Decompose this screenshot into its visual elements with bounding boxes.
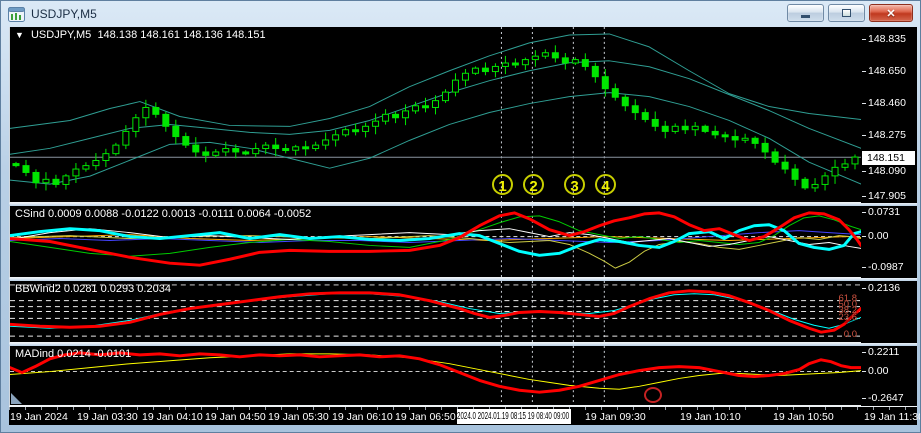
- marker-circle-3: 3: [564, 174, 585, 195]
- time-label: 19 Jan 06:10: [332, 411, 393, 423]
- marker-circle-2: 2: [523, 174, 544, 195]
- scroll-corner-icon[interactable]: [11, 393, 22, 404]
- madind-axis-label: 0.00: [861, 365, 889, 377]
- marker-circle-4: 4: [595, 174, 616, 195]
- time-label: 19 Jan 03:30: [77, 411, 138, 423]
- bbwind-plot[interactable]: BBWind2 0.0281 0.0293 0.2034 61.8 50.0 3…: [9, 281, 861, 343]
- time-label: 19 Jan 06:50: [395, 411, 456, 423]
- chart-area: ▼ USDJPY,M5 148.138 148.161 148.136 148.…: [9, 27, 920, 425]
- price-axis-label: 148.650: [862, 65, 906, 77]
- symbol-header: ▼ USDJPY,M5 148.138 148.161 148.136 148.…: [15, 29, 266, 41]
- madind-axis[interactable]: 0.2211 0.00 -0.2647: [861, 346, 917, 406]
- madind-header: MADind 0.0214 -0.0101: [15, 348, 132, 360]
- window-controls: ✕: [787, 4, 913, 22]
- csind-axis-label: 0.00: [861, 230, 889, 242]
- marker-circle-1: 1: [492, 174, 513, 195]
- minimize-icon: [801, 15, 810, 18]
- price-axis-label: 148.460: [862, 97, 906, 109]
- window-titlebar[interactable]: USDJPY,M5 ✕: [1, 1, 920, 27]
- time-label: 19 Jan 09:30: [585, 411, 646, 423]
- restore-button[interactable]: [828, 4, 865, 22]
- madind-panel: MADind 0.0214 -0.0101 0.2211 0.00 -0.264…: [9, 346, 917, 406]
- csind-axis-label: 0.0731: [861, 206, 901, 218]
- fib-level-label: 0.0: [843, 329, 857, 340]
- mt4-chart-window: USDJPY,M5 ✕ ▼ USDJPY,M5 148.138 148.161 …: [0, 0, 921, 433]
- minimize-button[interactable]: [787, 4, 824, 22]
- csind-axis[interactable]: 0.0731 0.00 -0.0987: [861, 206, 917, 278]
- restore-icon: [842, 9, 851, 17]
- bbwind-axis[interactable]: 0.2136: [861, 281, 917, 343]
- window-title: USDJPY,M5: [31, 7, 97, 21]
- madind-axis-label: 0.2211: [861, 346, 900, 358]
- close-icon: ✕: [886, 7, 896, 20]
- bbwind-axis-label: 0.2136: [861, 282, 901, 294]
- csind-axis-label: -0.0987: [862, 261, 904, 273]
- time-label: 19 Jan 04:10: [142, 411, 203, 423]
- fib-level-label: 23.6: [838, 312, 857, 323]
- time-label: 19 Jan 2024: [10, 411, 68, 423]
- csind-plot[interactable]: CSind 0.0009 0.0088 -0.0122 0.0013 -0.01…: [9, 206, 861, 278]
- price-axis-label: 148.090: [862, 165, 906, 177]
- price-axis[interactable]: 148.835 148.650 148.460 148.275 148.151 …: [861, 27, 917, 203]
- vline-time-labels: 2024.0 2024.01.19 08:15 19 08:40 09:00: [457, 409, 571, 424]
- time-label: 19 Jan 05:30: [268, 411, 329, 423]
- close-button[interactable]: ✕: [869, 4, 913, 22]
- time-axis[interactable]: 19 Jan 2024 19 Jan 03:30 19 Jan 04:10 19…: [9, 406, 920, 425]
- price-axis-label: 147.905: [862, 190, 906, 202]
- symbol-label: USDJPY,M5: [30, 29, 92, 41]
- bbwind-panel: BBWind2 0.0281 0.0293 0.2034 61.8 50.0 3…: [9, 281, 917, 343]
- main-price-panel: ▼ USDJPY,M5 148.138 148.161 148.136 148.…: [9, 27, 917, 203]
- bbwind-header: BBWind2 0.0281 0.0293 0.2034: [15, 283, 171, 295]
- ohlc-values: 148.138 148.161 148.136 148.151: [97, 29, 266, 41]
- time-label: 19 Jan 04:50: [205, 411, 266, 423]
- price-axis-label: 148.835: [862, 33, 906, 45]
- red-circle-annotation: [644, 387, 662, 403]
- price-axis-label: 148.275: [862, 129, 906, 141]
- time-label: 19 Jan 10:50: [773, 411, 834, 423]
- time-label: 19 Jan 11:30: [864, 411, 921, 423]
- madind-plot[interactable]: MADind 0.0214 -0.0101: [9, 346, 861, 406]
- current-price-tag: 148.151: [862, 151, 915, 165]
- csind-panel: CSind 0.0009 0.0088 -0.0122 0.0013 -0.01…: [9, 206, 917, 278]
- madind-axis-label: -0.2647: [862, 392, 904, 404]
- chevron-down-icon[interactable]: ▼: [15, 30, 24, 40]
- main-plot[interactable]: ▼ USDJPY,M5 148.138 148.161 148.136 148.…: [9, 27, 861, 203]
- time-label: 19 Jan 10:10: [680, 411, 741, 423]
- chart-icon: [8, 6, 25, 22]
- csind-header: CSind 0.0009 0.0088 -0.0122 0.0013 -0.01…: [15, 208, 312, 220]
